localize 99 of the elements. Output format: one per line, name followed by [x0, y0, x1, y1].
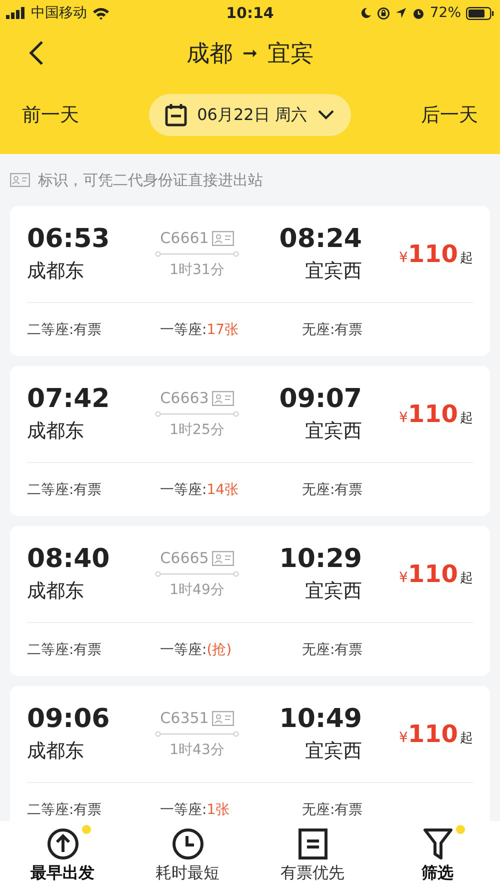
currency-sign: ¥	[398, 250, 408, 266]
origin-city: 成都	[186, 40, 232, 68]
seat-availability: 有票	[74, 802, 102, 818]
trip-duration: 1时49分	[170, 581, 224, 599]
battery-percent: 72%	[430, 5, 461, 21]
clock-icon	[172, 828, 204, 860]
train-card[interactable]: 06:53 成都东 C6661 1时31分 08:24 宜宾西 ¥110 起 二等座:有票 一等座:17张 无座:有票	[10, 206, 490, 356]
trip-duration: 1时31分	[170, 261, 224, 279]
train-card[interactable]: 07:42 成都东 C6663 1时25分 09:07 宜宾西 ¥110 起 二等座:有票 一等座:14张 无座:有票	[10, 366, 490, 516]
seat-availability: 有票	[334, 322, 363, 338]
previous-day-button[interactable]: 前一天	[22, 102, 79, 128]
chevron-down-icon	[316, 109, 335, 121]
ticket-price: 110	[408, 720, 458, 748]
seat-availability: (抢)	[206, 642, 232, 658]
wifi-icon	[92, 6, 110, 20]
filter-icon	[422, 828, 452, 860]
departure-time: 09:06	[27, 704, 111, 734]
id-card-icon	[212, 230, 234, 246]
seat-class: 二等座:	[27, 322, 74, 338]
seat-availability: 17张	[206, 322, 239, 338]
departure-station: 成都东	[27, 739, 85, 764]
departure-time: 07:42	[27, 384, 111, 414]
signal-icon	[6, 7, 26, 19]
clock-time: 10:14	[226, 4, 274, 22]
seat-availability: 14张	[206, 482, 239, 498]
arrival-station: 宜宾西	[305, 419, 362, 444]
train-number: C6351	[160, 709, 209, 727]
moon-icon	[360, 7, 372, 19]
sort-tab[interactable]: 有票优先	[258, 826, 368, 884]
seat-class: 二等座:	[27, 482, 74, 498]
ticket-price: 110	[408, 560, 458, 588]
list-icon	[298, 828, 328, 860]
next-day-button[interactable]: 后一天	[421, 102, 478, 128]
arrival-time: 10:29	[279, 544, 362, 574]
seat-class: 二等座:	[27, 802, 74, 818]
sort-tab[interactable]: 筛选	[382, 826, 492, 884]
departure-station: 成都东	[27, 259, 85, 284]
indicator-dot	[82, 824, 90, 834]
seat-class: 一等座:	[160, 482, 207, 498]
currency-sign: ¥	[398, 570, 408, 586]
train-number: C6661	[160, 229, 209, 247]
route-arrow: ➞	[242, 42, 258, 64]
seat-availability: 有票	[74, 322, 102, 338]
departure-station: 成都东	[27, 579, 85, 604]
ticket-price: 110	[408, 400, 458, 428]
train-card[interactable]: 08:40 成都东 C6665 1时49分 10:29 宜宾西 ¥110 起 二等座:有票 一等座:(抢) 无座:有票	[10, 526, 490, 676]
destination-city: 宜宾	[268, 40, 314, 68]
arrival-station: 宜宾西	[305, 259, 362, 284]
seat-class: 二等座:	[27, 642, 74, 658]
departure-time: 06:53	[27, 224, 111, 254]
price-suffix: 起	[460, 570, 473, 587]
battery-icon	[466, 6, 494, 20]
seat-availability: 有票	[334, 802, 363, 818]
selected-date: 06月22日 周六	[197, 104, 307, 126]
id-card-icon	[212, 550, 234, 566]
indicator-dot	[456, 824, 464, 834]
id-card-icon	[10, 173, 30, 187]
arrival-time: 10:49	[279, 704, 362, 734]
price-suffix: 起	[460, 250, 473, 267]
ticket-price: 110	[408, 240, 458, 268]
train-card[interactable]: 09:06 成都东 C6351 1时43分 10:49 宜宾西 ¥110 起 二等座:有票 一等座:1张 无座:有票	[10, 686, 490, 821]
notice-text: 标识，可凭二代身份证直接进出站	[38, 170, 263, 190]
seat-class: 无座:	[302, 482, 335, 498]
sort-tab[interactable]: 最早出发	[8, 826, 118, 884]
seat-class: 一等座:	[160, 322, 207, 338]
calendar-icon	[165, 103, 188, 127]
seat-availability: 有票	[74, 642, 102, 658]
seat-class: 无座:	[302, 322, 335, 338]
alarm-icon	[412, 6, 425, 20]
location-icon	[394, 7, 407, 19]
seat-class: 无座:	[302, 802, 335, 818]
seat-class: 一等座:	[160, 642, 207, 658]
trip-duration: 1时43分	[170, 741, 224, 759]
seat-availability: 有票	[334, 642, 363, 658]
sort-tab[interactable]: 耗时最短	[132, 826, 242, 884]
seat-class: 一等座:	[160, 802, 207, 818]
departure-time: 08:40	[27, 544, 111, 574]
arrival-station: 宜宾西	[305, 739, 362, 764]
train-number: C6665	[160, 549, 209, 567]
id-card-icon	[212, 390, 234, 406]
carrier-name: 中国移动	[31, 4, 87, 22]
seat-class: 无座:	[302, 642, 335, 658]
currency-sign: ¥	[398, 410, 408, 426]
trip-duration: 1时25分	[170, 421, 224, 439]
arrival-time: 08:24	[279, 224, 362, 254]
seat-availability: 1张	[206, 802, 230, 818]
rotation-lock-icon	[376, 6, 390, 20]
train-number: C6663	[160, 389, 209, 407]
arrival-station: 宜宾西	[305, 579, 362, 604]
date-picker[interactable]: 06月22日 周六	[149, 94, 351, 136]
back-icon[interactable]	[28, 40, 44, 66]
seat-availability: 有票	[334, 482, 363, 498]
price-suffix: 起	[460, 410, 473, 427]
seat-availability: 有票	[74, 482, 102, 498]
price-suffix: 起	[460, 730, 473, 747]
departure-station: 成都东	[27, 419, 85, 444]
id-card-icon	[212, 710, 234, 726]
currency-sign: ¥	[398, 730, 408, 746]
arrival-time: 09:07	[279, 384, 362, 414]
